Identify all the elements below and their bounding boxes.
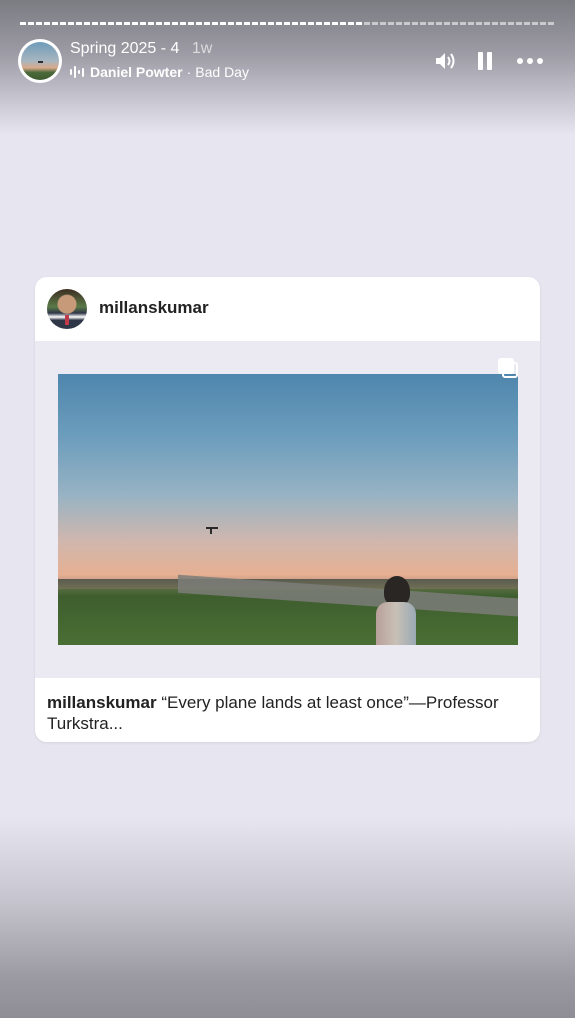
- post-author-username[interactable]: millanskumar: [99, 298, 209, 318]
- volume-icon: [436, 53, 455, 69]
- story-title[interactable]: Spring 2025 - 4: [70, 40, 179, 58]
- music-song[interactable]: Bad Day: [195, 64, 249, 80]
- music-artist[interactable]: Daniel Powter: [90, 64, 183, 80]
- post-header: millanskumar: [35, 277, 540, 341]
- carousel-icon: [498, 358, 522, 382]
- more-options-button[interactable]: [514, 48, 546, 74]
- music-separator: ·: [186, 64, 192, 80]
- post-caption: millanskumar “Every plane lands at least…: [47, 692, 517, 734]
- progress-fill: [20, 22, 365, 25]
- story-progress-bar: [20, 22, 554, 25]
- story-title-row[interactable]: Spring 2025 - 4 1w: [70, 40, 212, 60]
- photo-person: [376, 576, 422, 645]
- photo-airplane: [206, 524, 218, 534]
- shared-post-card[interactable]: millanskumar millanskumar “Every plane l…: [35, 277, 540, 742]
- avatar-image: [21, 42, 59, 80]
- pause-button[interactable]: [474, 48, 496, 74]
- pause-icon: [476, 52, 494, 70]
- caption-username[interactable]: millanskumar: [47, 693, 157, 712]
- more-options-icon: [515, 58, 545, 64]
- music-icon: [70, 66, 84, 78]
- post-caption-area: millanskumar “Every plane lands at least…: [35, 678, 540, 742]
- post-photo[interactable]: [58, 374, 518, 645]
- story-avatar[interactable]: [18, 39, 62, 83]
- music-row[interactable]: Daniel Powter · Bad Day: [70, 63, 249, 81]
- volume-button[interactable]: [433, 48, 457, 74]
- story-age: 1w: [191, 40, 213, 57]
- bottom-gradient: [0, 818, 575, 1018]
- post-author-avatar[interactable]: [47, 289, 87, 329]
